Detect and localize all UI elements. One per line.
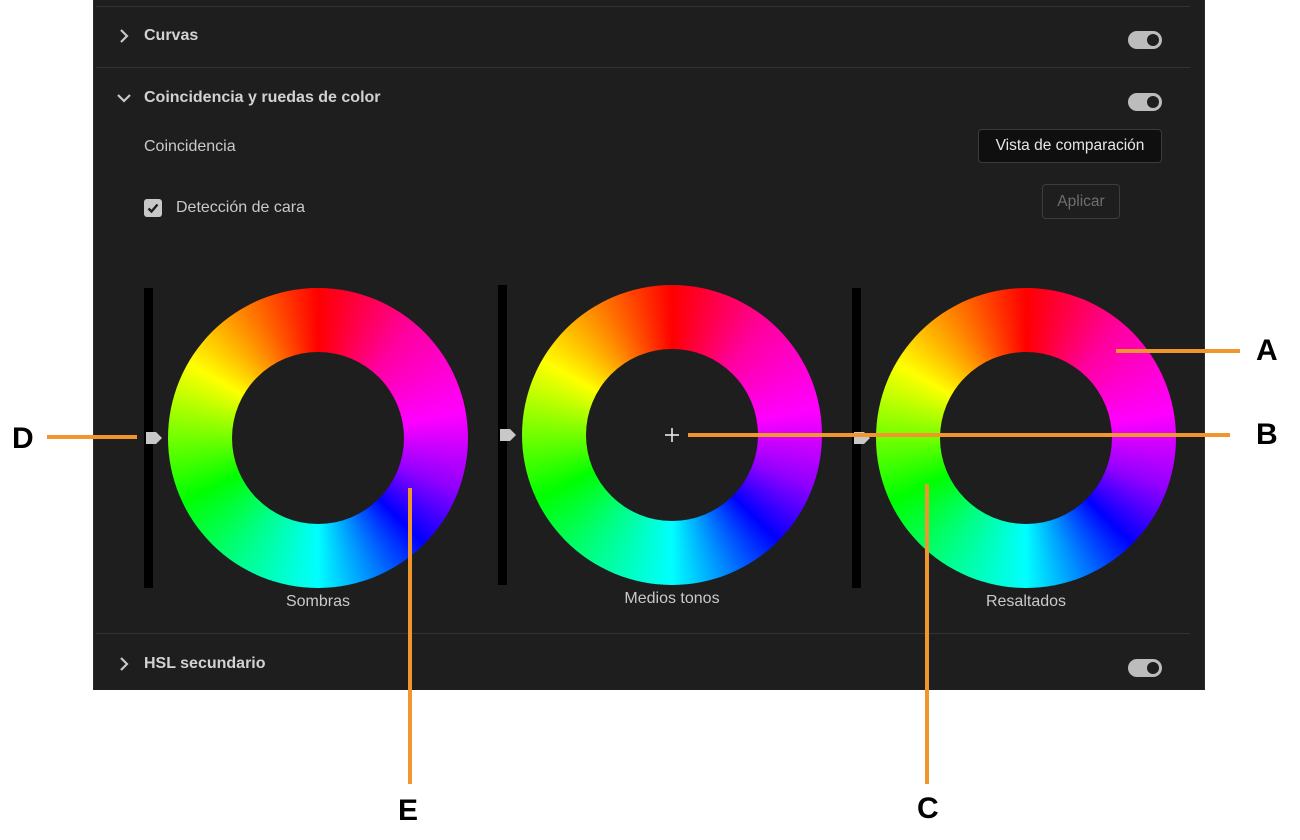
section-match-wheels[interactable]: Coincidencia y ruedas de color [93,68,1205,128]
face-detection-label: Detección de cara [176,199,305,216]
toggle-knob [1147,96,1159,108]
callout-letter-b: B [1256,418,1278,451]
lumetri-panel: Curvas Coincidencia y ruedas de color Co… [93,0,1205,690]
callout-line-e [408,488,412,784]
toggle-knob [1147,662,1159,674]
section-title-secondary-hsl: HSL secundario [144,655,266,672]
color-wheel-shadows[interactable] [168,288,468,588]
crosshair-icon[interactable] [664,427,680,443]
wheel-label-midtones: Medios tonos [624,590,720,607]
callout-letter-e: E [398,794,419,827]
section-title-match-wheels: Coincidencia y ruedas de color [144,89,381,106]
luma-slider-midtones[interactable] [498,285,516,585]
apply-button[interactable]: Aplicar [1042,184,1120,219]
callout-letter-d: D [12,422,34,455]
callout-line-a [1116,349,1240,353]
callout-line-b [688,433,1230,437]
wheel-block-shadows: Sombras [143,280,483,620]
face-detection-checkbox[interactable] [144,199,162,217]
slider-handle-icon[interactable] [500,429,516,441]
wheel-block-highlights: Resaltados [851,280,1191,620]
callout-line-d [47,435,137,439]
luma-slider-shadows[interactable] [144,288,162,588]
callout-line-c [925,484,929,784]
wheel-label-highlights: Resaltados [985,593,1067,610]
section-title-curves: Curvas [144,27,199,44]
match-wheels-toggle[interactable] [1128,93,1162,111]
match-label: Coincidencia [144,138,236,155]
slider-handle-icon[interactable] [146,432,162,444]
callout-letter-c: C [917,792,939,825]
secondary-hsl-toggle[interactable] [1128,659,1162,677]
wheel-label-shadows: Sombras [285,593,351,610]
checkmark-icon [147,203,159,214]
chevron-right-icon[interactable] [115,655,133,673]
chevron-down-icon[interactable] [115,89,133,107]
toggle-knob [1147,34,1159,46]
callout-letter-a: A [1256,334,1278,367]
wheel-block-midtones: Medios tonos [497,280,837,620]
color-wheel-highlights[interactable] [876,288,1176,588]
wheel-center [232,352,404,524]
curves-toggle[interactable] [1128,31,1162,49]
section-curves[interactable]: Curvas [93,6,1205,66]
luma-slider-highlights[interactable] [852,288,870,588]
comparison-view-button[interactable]: Vista de comparación [978,129,1162,163]
section-secondary-hsl[interactable]: HSL secundario [93,634,1205,690]
chevron-right-icon[interactable] [115,27,133,45]
wheel-center [940,352,1112,524]
